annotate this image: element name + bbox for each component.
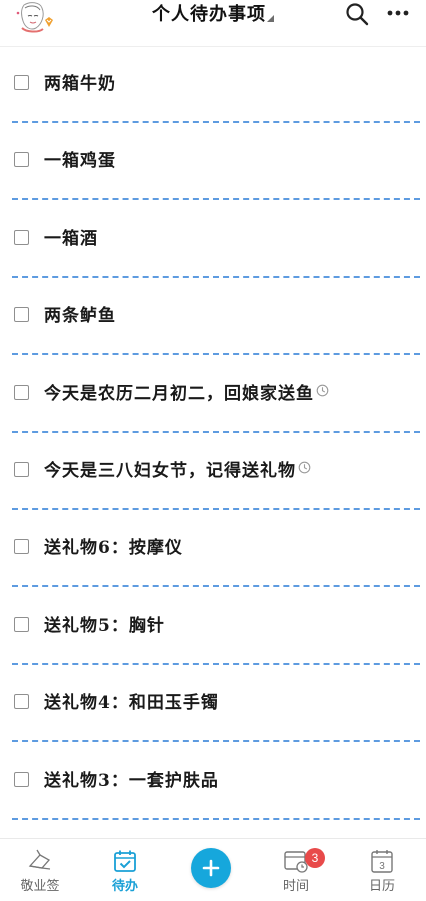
nav-item-todo[interactable]: 待办: [85, 839, 165, 901]
add-plus-icon: [202, 859, 220, 877]
todo-text[interactable]: 两箱牛奶: [44, 73, 116, 95]
todo-text-row[interactable]: 今天是农历二月初二，回娘家送鱼: [44, 383, 329, 405]
nav-label: 敬业签: [20, 879, 60, 894]
todo-text[interactable]: 送礼物6：按摩仪: [44, 537, 183, 559]
todo-item[interactable]: 一箱酒: [0, 202, 426, 279]
todo-checkbox[interactable]: [14, 384, 29, 400]
todo-text[interactable]: 两条鲈鱼: [44, 305, 116, 327]
calendar-day-number: 3: [379, 861, 385, 872]
add-button[interactable]: [191, 848, 231, 888]
dashed-divider: [12, 662, 420, 665]
search-icon[interactable]: [345, 2, 369, 26]
notification-badge: 3: [305, 848, 325, 868]
nav-item-calendar[interactable]: 3 日历: [342, 839, 422, 901]
more-icon[interactable]: [386, 6, 410, 20]
reminder-clock-icon: [316, 384, 329, 396]
page-title[interactable]: 个人待办事项: [152, 0, 266, 30]
todo-checkbox[interactable]: [14, 694, 29, 710]
title-dropdown-caret-icon[interactable]: [267, 15, 274, 22]
todo-checkbox[interactable]: [14, 771, 29, 787]
dashed-divider: [12, 275, 420, 278]
nav-label: 时间: [282, 879, 309, 894]
dashed-divider: [12, 353, 420, 356]
todo-item[interactable]: 两箱牛奶: [0, 47, 426, 124]
dashed-divider: [12, 121, 420, 123]
todo-item[interactable]: 今天是农历二月初二，回娘家送鱼: [0, 357, 426, 434]
dashed-divider: [12, 585, 420, 588]
todo-checkbox[interactable]: [14, 229, 29, 245]
todo-item[interactable]: 送礼物6：按摩仪: [0, 511, 426, 588]
todo-calendar-check-icon: [114, 850, 136, 872]
calendar-icon: 3: [371, 850, 393, 873]
nav-label: 待办: [111, 879, 138, 894]
todo-text-row[interactable]: 今天是三八妇女节，记得送礼物: [44, 460, 311, 482]
todo-item[interactable]: 两条鲈鱼: [0, 279, 426, 356]
dashed-divider: [12, 198, 420, 201]
todo-item[interactable]: 送礼物4：和田玉手镯: [0, 666, 426, 743]
todo-text: 今天是农历二月初二，回娘家送鱼: [44, 383, 314, 404]
todo-text[interactable]: 送礼物3：一套护肤品: [44, 770, 219, 792]
todo-checkbox[interactable]: [14, 616, 29, 632]
todo-text[interactable]: 送礼物4：和田玉手镯: [44, 692, 219, 714]
nav-item-time[interactable]: 时间: [256, 839, 336, 901]
todo-text[interactable]: 一箱酒: [44, 228, 98, 250]
todo-checkbox[interactable]: [14, 75, 29, 90]
app-header: 个人待办事项: [0, 0, 426, 47]
todo-item[interactable]: 今天是三八妇女节，记得送礼物: [0, 434, 426, 511]
todo-text[interactable]: 一箱鸡蛋: [44, 150, 116, 172]
avatar[interactable]: [12, 2, 56, 36]
todo-text[interactable]: 送礼物5：胸针: [44, 615, 165, 637]
dashed-divider: [12, 817, 420, 820]
nav-item-jingyeqian[interactable]: 敬业签: [0, 839, 80, 901]
todo-item[interactable]: 送礼物3：一套护肤品: [0, 744, 426, 821]
reminder-clock-icon: [298, 461, 311, 474]
nav-label: 日历: [368, 879, 395, 894]
todo-checkbox[interactable]: [14, 307, 29, 323]
todo-checkbox[interactable]: [14, 461, 29, 477]
todo-checkbox[interactable]: [14, 152, 29, 168]
todo-item[interactable]: 一箱鸡蛋: [0, 124, 426, 201]
logo-icon: [28, 849, 51, 870]
todo-text: 今天是三八妇女节，记得送礼物: [44, 460, 296, 481]
bottom-nav: 敬业签 待办 时间 3 3 日历: [0, 838, 426, 901]
dashed-divider: [12, 507, 420, 510]
dashed-divider: [12, 740, 420, 743]
todo-item[interactable]: 送礼物5：胸针: [0, 589, 426, 666]
dashed-divider: [12, 430, 420, 433]
todo-list: 两箱牛奶 一箱鸡蛋 一箱酒 两条鲈鱼 今天是农历二月初二，回娘家送鱼 今天是三八…: [0, 47, 426, 821]
todo-checkbox[interactable]: [14, 539, 29, 555]
